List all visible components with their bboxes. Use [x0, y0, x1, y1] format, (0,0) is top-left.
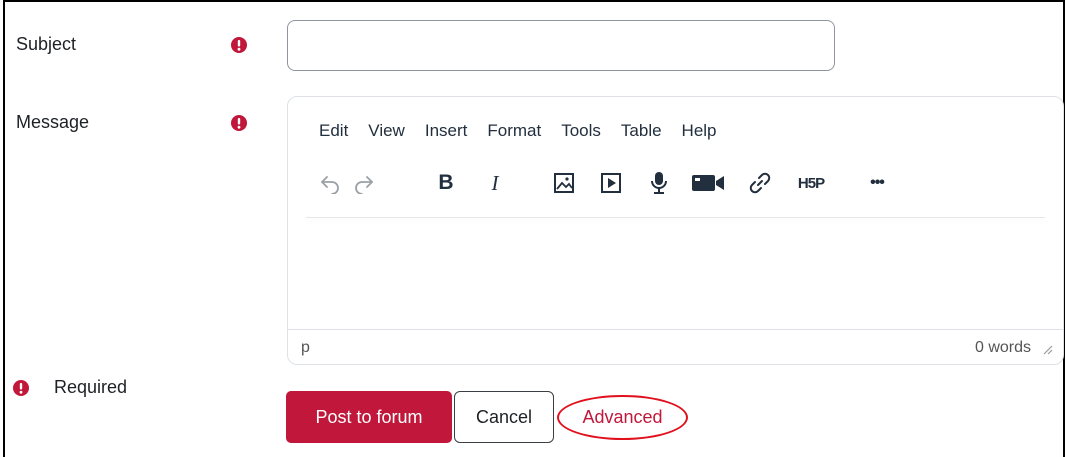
media-icon: [601, 173, 621, 193]
message-editor: Edit View Insert Format Tools Table Help…: [287, 96, 1064, 365]
cancel-button[interactable]: Cancel: [454, 391, 554, 443]
editor-content-area[interactable]: [288, 221, 1063, 330]
image-icon: [554, 173, 574, 193]
editor-menubar: Edit View Insert Format Tools Table Help: [319, 121, 737, 141]
menu-edit[interactable]: Edit: [319, 121, 348, 141]
subject-label: Subject: [16, 34, 77, 54]
menu-help[interactable]: Help: [682, 121, 717, 141]
post-to-forum-button[interactable]: Post to forum: [286, 391, 452, 443]
bold-button[interactable]: B: [432, 169, 460, 197]
redo-icon: [355, 176, 373, 194]
menu-insert[interactable]: Insert: [425, 121, 468, 141]
resize-handle-icon[interactable]: [1041, 343, 1053, 355]
undo-icon: [321, 176, 339, 194]
element-path[interactable]: p: [301, 339, 310, 357]
editor-statusbar: p 0 words: [288, 329, 1063, 364]
undo-button[interactable]: [316, 169, 344, 197]
insert-media-button[interactable]: [597, 169, 625, 197]
message-label: Message: [16, 112, 90, 132]
menu-format[interactable]: Format: [487, 121, 541, 141]
italic-button[interactable]: I: [481, 169, 509, 197]
word-count[interactable]: 0 words: [975, 339, 1031, 357]
advanced-link[interactable]: Advanced: [557, 395, 688, 440]
insert-link-button[interactable]: [746, 169, 774, 197]
insert-image-button[interactable]: [550, 169, 578, 197]
record-audio-button[interactable]: [645, 169, 673, 197]
menu-tools[interactable]: Tools: [561, 121, 601, 141]
record-video-button[interactable]: [691, 169, 725, 197]
microphone-icon: [651, 172, 667, 194]
required-legend: Required: [54, 377, 128, 397]
video-camera-icon: [692, 175, 724, 191]
link-icon: [749, 172, 771, 194]
h5p-button[interactable]: H5P: [793, 169, 829, 197]
menu-table[interactable]: Table: [621, 121, 662, 141]
required-icon: [231, 37, 247, 53]
menu-view[interactable]: View: [368, 121, 405, 141]
required-icon: [13, 380, 29, 396]
redo-button[interactable]: [350, 169, 378, 197]
subject-input[interactable]: [287, 20, 835, 71]
toolbar-divider: [306, 217, 1045, 218]
required-icon: [231, 115, 247, 131]
more-button[interactable]: •••: [863, 169, 891, 197]
editor-toolbar: B I H5P •••: [288, 163, 1063, 213]
